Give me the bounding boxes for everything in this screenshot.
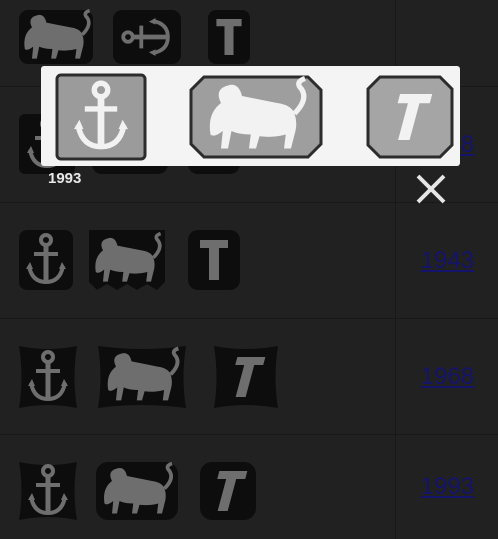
close-icon[interactable] [414, 172, 448, 206]
lightbox-caption: 1993 [48, 170, 82, 187]
lightbox-image [41, 66, 460, 166]
anchor-hallmark-icon [55, 73, 147, 161]
lion-hallmark-icon [189, 75, 323, 159]
date-letter-hallmark-icon [366, 75, 454, 159]
